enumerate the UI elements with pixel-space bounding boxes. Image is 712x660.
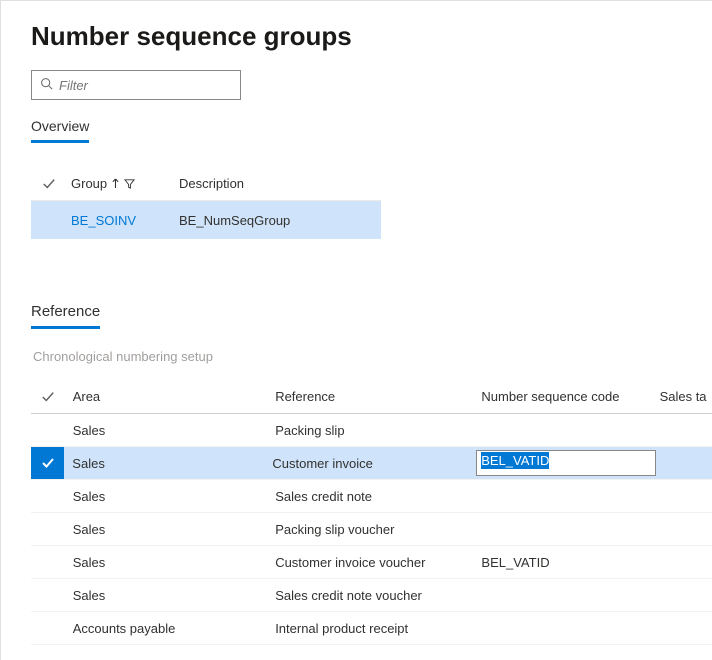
cell-reference: Customer invoice voucher bbox=[271, 555, 477, 570]
row-checkbox[interactable] bbox=[31, 447, 64, 479]
cell-reference: Sales credit note voucher bbox=[271, 588, 477, 603]
select-all-checkbox[interactable] bbox=[31, 177, 67, 191]
table-row[interactable]: Accounts payableInternal product receipt bbox=[31, 612, 712, 645]
column-header-code[interactable]: Number sequence code bbox=[477, 389, 655, 404]
filter-input[interactable] bbox=[59, 78, 232, 93]
table-row[interactable]: SalesPacking slip bbox=[31, 414, 712, 447]
cell-area: Sales bbox=[64, 456, 268, 471]
overview-header-row: Group Description bbox=[31, 167, 381, 201]
cell-area: Sales bbox=[65, 588, 271, 603]
table-row[interactable]: SalesCustomer invoice BEL_VATID bbox=[31, 447, 712, 480]
cell-number-sequence-code: BEL_VATID bbox=[477, 555, 655, 570]
cell-group[interactable]: BE_SOINV bbox=[71, 213, 136, 228]
filter-icon[interactable] bbox=[124, 178, 135, 189]
cell-number-sequence-code[interactable]: BEL_VATID bbox=[472, 450, 656, 476]
table-row[interactable]: SalesCustomer invoice voucherBEL_VATID bbox=[31, 546, 712, 579]
table-row[interactable]: SalesPacking slip voucher bbox=[31, 513, 712, 546]
reference-grid: Area Reference Number sequence code Sale… bbox=[31, 380, 712, 645]
cell-reference: Customer invoice bbox=[268, 456, 472, 471]
cell-reference: Internal product receipt bbox=[271, 621, 477, 636]
column-header-description[interactable]: Description bbox=[175, 176, 381, 191]
column-header-area[interactable]: Area bbox=[65, 389, 271, 404]
reference-subtitle: Chronological numbering setup bbox=[31, 349, 712, 364]
cell-area: Accounts payable bbox=[65, 621, 271, 636]
column-header-description-label: Description bbox=[179, 176, 244, 191]
column-header-group[interactable]: Group bbox=[67, 176, 175, 191]
filter-input-wrapper[interactable] bbox=[31, 70, 241, 100]
number-sequence-code-input[interactable]: BEL_VATID bbox=[476, 450, 656, 476]
sort-asc-icon[interactable] bbox=[111, 178, 120, 189]
cell-area: Sales bbox=[65, 555, 271, 570]
tab-strip: Overview bbox=[31, 114, 712, 143]
cell-area: Sales bbox=[65, 423, 271, 438]
cell-description: BE_NumSeqGroup bbox=[179, 213, 290, 228]
cell-reference: Packing slip bbox=[271, 423, 477, 438]
cell-reference: Sales credit note bbox=[271, 489, 477, 504]
column-header-reference[interactable]: Reference bbox=[271, 389, 477, 404]
cell-area: Sales bbox=[65, 522, 271, 537]
cell-reference: Packing slip voucher bbox=[271, 522, 477, 537]
table-row[interactable]: BE_SOINV BE_NumSeqGroup bbox=[31, 201, 381, 239]
ref-header-row: Area Reference Number sequence code Sale… bbox=[31, 380, 712, 414]
overview-grid: Group Description BE_SOINV BE_NumSeqGrou… bbox=[31, 167, 381, 239]
search-icon bbox=[40, 77, 53, 93]
ref-select-all[interactable] bbox=[31, 390, 65, 404]
column-header-group-label: Group bbox=[71, 176, 107, 191]
reference-section-title[interactable]: Reference bbox=[31, 299, 100, 329]
tab-overview[interactable]: Overview bbox=[31, 114, 89, 143]
column-header-salestax[interactable]: Sales ta bbox=[656, 389, 712, 404]
cell-area: Sales bbox=[65, 489, 271, 504]
table-row[interactable]: SalesSales credit note bbox=[31, 480, 712, 513]
table-row[interactable]: SalesSales credit note voucher bbox=[31, 579, 712, 612]
page-title: Number sequence groups bbox=[31, 21, 712, 52]
